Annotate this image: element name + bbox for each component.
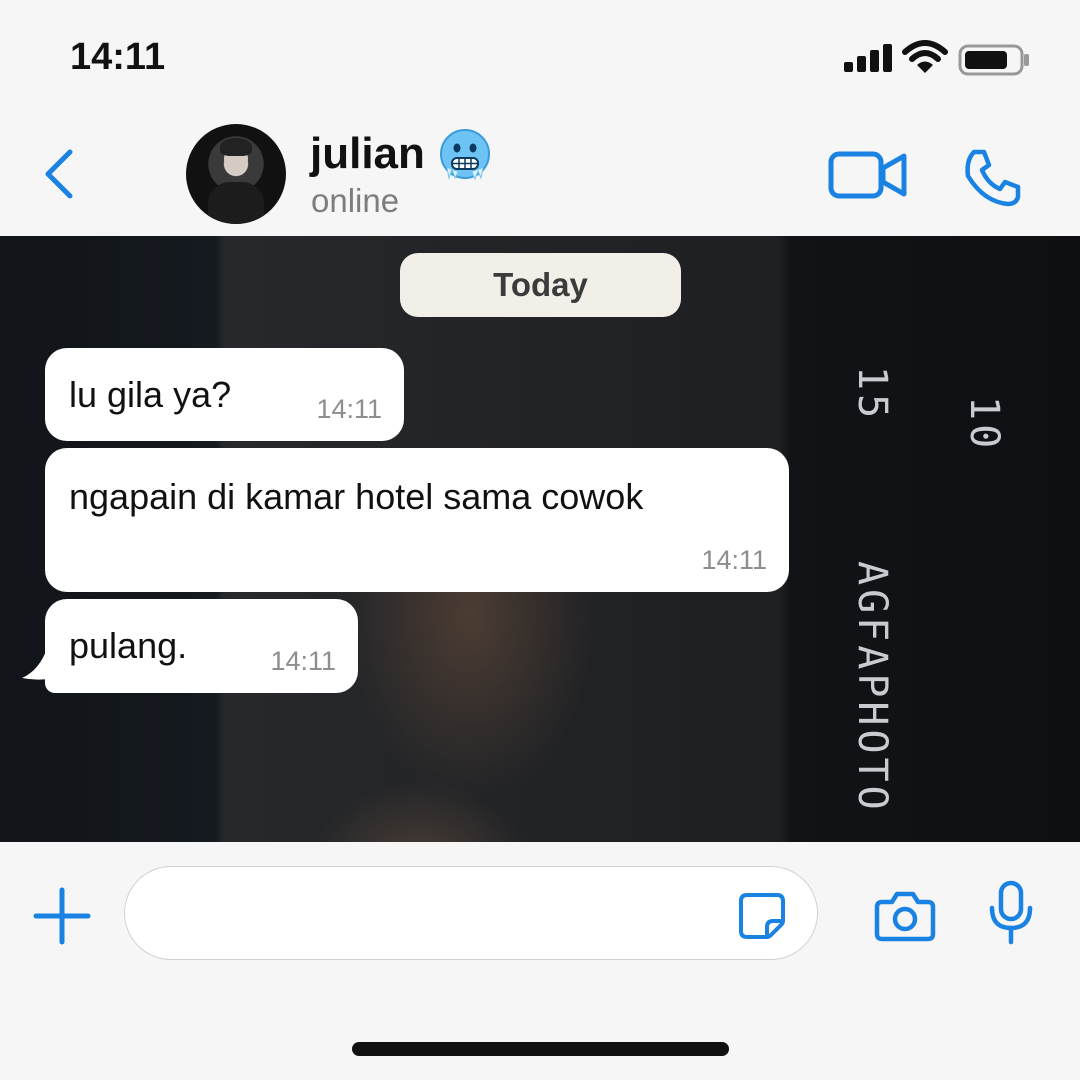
avatar[interactable] [186,124,286,224]
message-timestamp: 14:11 [316,394,382,424]
message-text: ngapain di kamar hotel sama cowok [69,476,644,517]
message-bubble[interactable]: ngapain di kamar hotel sama cowok 14:11 [45,448,789,592]
film-frame-number-10: 10 [961,396,1007,453]
chat-background[interactable]: 15 10 AGFAPHOTO Today lu gila ya? 14:11 … [0,236,1080,842]
message-bubble[interactable]: pulang. 14:11 [45,599,358,693]
film-brand-text: AGFAPHOTO [849,561,895,814]
video-call-icon[interactable] [828,150,908,200]
microphone-icon[interactable] [986,880,1036,946]
back-chevron-icon[interactable] [36,144,84,204]
message-timestamp: 14:11 [701,545,767,575]
message-input-field[interactable] [124,866,818,960]
sticker-icon[interactable] [737,891,787,941]
chat-header: julian online [0,110,1080,236]
contact-name[interactable]: julian [310,128,491,180]
message-input[interactable] [155,885,739,943]
battery-icon [958,44,1029,76]
message-timestamp: 14:11 [270,646,336,676]
message-text: pulang. [69,625,188,666]
camera-icon[interactable] [874,890,936,942]
contact-name-text: julian [310,129,425,178]
wifi-icon [902,40,948,73]
home-indicator[interactable] [352,1042,729,1056]
cold-face-emoji [439,129,490,180]
message-bubble[interactable]: lu gila ya? 14:11 [45,348,404,441]
phone-icon[interactable] [960,146,1024,210]
signal-icon [844,44,892,72]
plus-icon[interactable] [32,886,92,946]
contact-status: online [311,182,400,219]
status-bar: 14:11 [0,0,1080,110]
film-frame-number-15: 15 [849,366,895,423]
status-time: 14:11 [70,36,166,78]
date-separator: Today [400,253,681,317]
message-text: lu gila ya? [69,374,232,415]
